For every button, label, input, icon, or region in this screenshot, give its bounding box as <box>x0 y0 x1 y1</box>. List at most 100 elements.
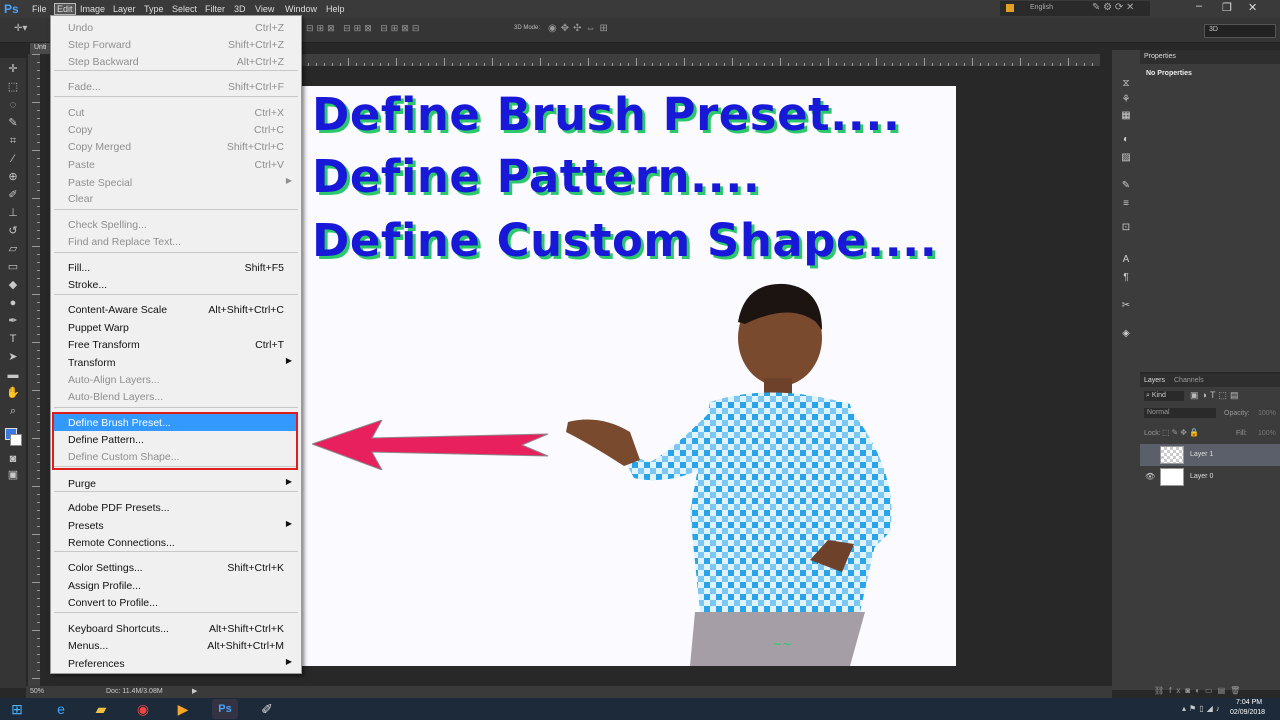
eraser-tool-icon[interactable]: ▱ <box>5 242 21 256</box>
swatches-panel-icon[interactable]: ▦ <box>1119 110 1133 122</box>
layer-row[interactable]: 👁 Layer 0 <box>1140 466 1280 488</box>
move-tool-icon[interactable]: ✛ <box>5 62 21 76</box>
background-color-swatch[interactable] <box>10 434 22 446</box>
menu-item-content-aware-scale[interactable]: Content-Aware Scale Alt+Shift+Ctrl+C <box>52 301 298 318</box>
lasso-tool-icon[interactable]: ◌ <box>5 98 21 112</box>
menu-item-step-forward[interactable]: Step Forward Shift+Ctrl+Z <box>52 36 298 53</box>
menu-item-purge[interactable]: Purge ▶ <box>52 475 298 492</box>
quick-select-tool-icon[interactable]: ✎ <box>5 116 21 130</box>
opacity-value[interactable]: 100% <box>1258 410 1276 417</box>
menu-item-preferences[interactable]: Preferences ▶ <box>52 655 298 672</box>
internet-explorer-icon[interactable]: e <box>48 699 74 719</box>
align-icons[interactable]: ⊟⊞⊠ ⊟⊞⊠ ⊟⊞⊠⊟ <box>306 23 422 34</box>
menu-item-paste[interactable]: Paste Ctrl+V <box>52 156 298 173</box>
menu-item-menus[interactable]: Menus... Alt+Shift+Ctrl+M <box>52 637 298 654</box>
document-canvas[interactable]: Define Brush Preset.... Define Pattern..… <box>300 86 956 666</box>
chrome-icon[interactable]: ◉ <box>130 699 156 719</box>
file-explorer-icon[interactable]: ▰ <box>88 699 114 719</box>
menu-select[interactable]: Select <box>172 4 197 14</box>
photoshop-taskbar-icon[interactable]: Ps <box>212 699 238 719</box>
lock-icons[interactable]: ⬚✎✥🔒 <box>1162 428 1201 437</box>
layer-filter-icons[interactable]: ▣◑T⬚▤ <box>1190 390 1241 401</box>
styles-panel-icon[interactable]: ▨ <box>1119 152 1133 164</box>
3d-panel-icon[interactable]: ◈ <box>1119 328 1133 340</box>
layer-row[interactable]: Layer 1 <box>1140 444 1280 466</box>
navigator-panel-icon[interactable]: ⚘ <box>1119 94 1133 106</box>
dodge-tool-icon[interactable]: ● <box>5 296 21 310</box>
move-tool-icon[interactable]: ✛▾ <box>14 23 27 34</box>
menu-item-copy-merged[interactable]: Copy Merged Shift+Ctrl+C <box>52 138 298 155</box>
healing-tool-icon[interactable]: ⊕ <box>5 170 21 184</box>
properties-tab[interactable]: Properties <box>1144 53 1176 60</box>
shape-tool-icon[interactable]: ▬ <box>5 368 21 382</box>
menu-item-remote-connections[interactable]: Remote Connections... <box>52 534 298 551</box>
menu-3d[interactable]: 3D <box>234 4 246 14</box>
menu-item-adobe-pdf-presets[interactable]: Adobe PDF Presets... <box>52 499 298 516</box>
menu-item-puppet-warp[interactable]: Puppet Warp <box>52 319 298 336</box>
language-bar[interactable]: English ✎ ⚙ ⟳ ✕ <box>1000 1 1150 16</box>
screen-mode-icon[interactable]: ▣ <box>5 468 21 482</box>
zoom-tool-icon[interactable]: ⌕ <box>5 404 21 418</box>
menu-item-stroke[interactable]: Stroke... <box>52 276 298 293</box>
marquee-tool-icon[interactable]: ⬚ <box>5 80 21 94</box>
menu-filter[interactable]: Filter <box>205 4 225 14</box>
media-player-icon[interactable]: ▶ <box>170 699 196 719</box>
menu-item-fade[interactable]: Fade... Shift+Ctrl+F <box>52 78 298 95</box>
menu-item-auto-align-layers[interactable]: Auto-Align Layers... <box>52 371 298 388</box>
paint-icon[interactable]: ✐ <box>254 699 280 719</box>
hand-tool-icon[interactable]: ✋ <box>5 386 21 400</box>
clone-source-icon[interactable]: ⊡ <box>1119 222 1133 234</box>
menu-item-presets[interactable]: Presets ▶ <box>52 517 298 534</box>
pen-tool-icon[interactable]: ✒ <box>5 314 21 328</box>
menu-item-find-and-replace-text[interactable]: Find and Replace Text... <box>52 233 298 250</box>
menu-item-fill[interactable]: Fill... Shift+F5 <box>52 259 298 276</box>
close-icon[interactable]: ✕ <box>1248 1 1257 14</box>
quick-mask-icon[interactable]: ◙ <box>5 452 21 466</box>
stamp-tool-icon[interactable]: ⊥ <box>5 206 21 220</box>
eyedropper-tool-icon[interactable]: ⁄ <box>5 152 21 166</box>
fill-value[interactable]: 100% <box>1258 430 1276 437</box>
workspace-select[interactable]: 3D <box>1204 24 1276 38</box>
menu-item-cut[interactable]: Cut Ctrl+X <box>52 104 298 121</box>
menu-item-convert-to-profile[interactable]: Convert to Profile... <box>52 594 298 611</box>
character-panel-icon[interactable]: A <box>1119 254 1133 266</box>
tool-presets-icon[interactable]: ✂ <box>1119 300 1133 312</box>
status-menu-arrow-icon[interactable]: ▶ <box>192 687 197 695</box>
brush-panel-icon[interactable]: ✎ <box>1119 180 1133 192</box>
tab-channels[interactable]: Channels <box>1174 377 1204 384</box>
restore-icon[interactable]: ❐ <box>1222 1 1232 14</box>
history-panel-icon[interactable]: ⧖ <box>1119 78 1133 90</box>
crop-tool-icon[interactable]: ⌗ <box>5 134 21 148</box>
brush-tool-icon[interactable]: ✐ <box>5 188 21 202</box>
menu-item-free-transform[interactable]: Free Transform Ctrl+T <box>52 336 298 353</box>
menu-item-auto-blend-layers[interactable]: Auto-Blend Layers... <box>52 388 298 405</box>
menu-layer[interactable]: Layer <box>113 4 136 14</box>
type-tool-icon[interactable]: T <box>5 332 21 346</box>
menu-window[interactable]: Window <box>285 4 317 14</box>
menu-item-keyboard-shortcuts[interactable]: Keyboard Shortcuts... Alt+Shift+Ctrl+K <box>52 620 298 637</box>
layer-kind-filter[interactable]: ⌕ Kind <box>1144 391 1184 401</box>
menu-edit[interactable]: Edit <box>54 3 76 15</box>
path-select-tool-icon[interactable]: ➤ <box>5 350 21 364</box>
brush-presets-icon[interactable]: ≡ <box>1119 198 1133 210</box>
menu-item-undo[interactable]: Undo Ctrl+Z <box>52 19 298 36</box>
menu-help[interactable]: Help <box>326 4 345 14</box>
menu-item-transform[interactable]: Transform ▶ <box>52 354 298 371</box>
menu-type[interactable]: Type <box>144 4 164 14</box>
paragraph-panel-icon[interactable]: ¶ <box>1119 272 1133 284</box>
menu-file[interactable]: File <box>32 4 47 14</box>
menu-view[interactable]: View <box>255 4 274 14</box>
3d-mode-icons[interactable]: ◉✥✣⇔⊞ <box>548 23 612 34</box>
history-brush-tool-icon[interactable]: ↺ <box>5 224 21 238</box>
blend-mode-select[interactable]: Normal <box>1144 408 1216 418</box>
menu-image[interactable]: Image <box>80 4 105 14</box>
menu-item-step-backward[interactable]: Step Backward Alt+Ctrl+Z <box>52 53 298 70</box>
eye-icon[interactable]: 👁 <box>1145 472 1155 481</box>
menu-item-copy[interactable]: Copy Ctrl+C <box>52 121 298 138</box>
blur-tool-icon[interactable]: ◆ <box>5 278 21 292</box>
layer-actions-icons[interactable]: ⛓fx◙◐▭▤🗑 <box>1154 686 1245 695</box>
menu-item-paste-special[interactable]: Paste Special ▶ <box>52 174 298 191</box>
zoom-level[interactable]: 50% <box>30 688 44 695</box>
menu-item-assign-profile[interactable]: Assign Profile... <box>52 577 298 594</box>
minimize-icon[interactable]: – <box>1196 0 1202 12</box>
